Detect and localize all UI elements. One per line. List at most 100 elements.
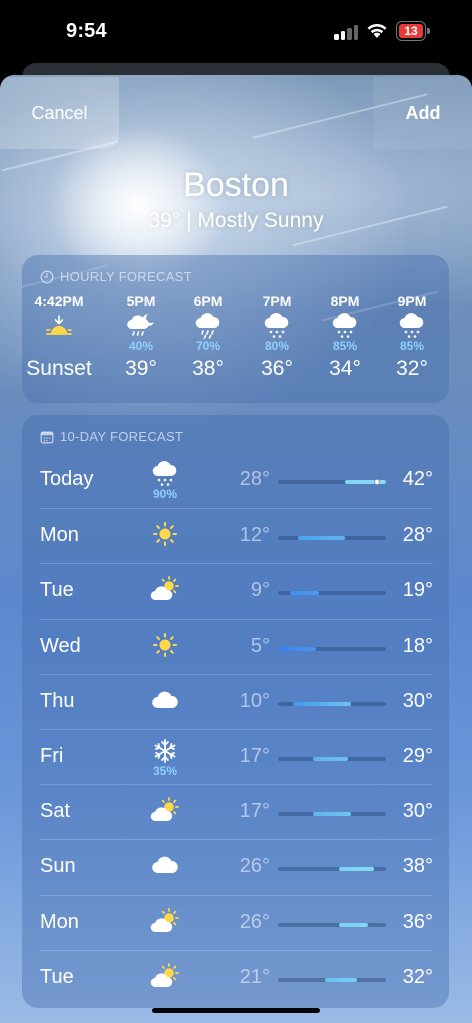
daily-forecast-row[interactable]: Sat 17° 30°	[40, 784, 433, 839]
daily-day: Wed	[40, 634, 81, 657]
battery-level: 13	[399, 24, 423, 38]
temp-range-bar	[324, 977, 357, 982]
clock-icon	[40, 270, 54, 283]
hourly-time: 6PM	[193, 293, 223, 309]
hourly-item: 7PM 80% 36°	[242, 293, 312, 381]
daily-high-temp: 32°	[402, 965, 433, 988]
daily-high-temp: 30°	[402, 800, 433, 823]
hourly-item: 5PM 40% 39°	[106, 293, 176, 381]
daily-low-temp: 17°	[239, 745, 270, 767]
hourly-precip-chance: 85%	[332, 339, 358, 353]
hourly-precip-chance: 85%	[399, 339, 425, 353]
daily-day: Mon	[40, 524, 79, 547]
daily-forecast-row[interactable]: Tue 21° 32°	[40, 949, 433, 1005]
hourly-time: 4:42PM	[34, 293, 84, 309]
daily-low-temp: 9°	[250, 579, 270, 602]
temp-range-bar	[289, 591, 319, 596]
daily-forecast-row[interactable]: Mon 12° 28°	[40, 508, 433, 563]
ten-day-forecast-title: 10-DAY FORECAST	[40, 429, 183, 444]
cancel-button[interactable]: Cancel	[0, 77, 119, 149]
sun-icon	[148, 630, 182, 660]
hourly-forecast-card[interactable]: HOURLY FORECAST 4:42PM Sunset 5PM 40% 39° 6PM…	[22, 255, 449, 403]
hourly-precip-chance: 40%	[128, 339, 154, 353]
daily-high-temp: 19°	[402, 579, 433, 602]
ten-day-forecast-card[interactable]: 10-DAY FORECAST Today 90% 28° 42° Mon 12° 28° T…	[22, 415, 449, 1008]
daily-low-temp: 5°	[250, 634, 270, 657]
temp-range-track	[278, 922, 386, 927]
daily-forecast-row[interactable]: Fri 35% 17° 29°	[40, 729, 433, 784]
partly-cloudy-icon	[148, 574, 182, 604]
daily-day: Today	[40, 468, 94, 490]
daily-forecast-row[interactable]: Thu 10° 30°	[40, 673, 433, 729]
ten-day-forecast-label: 10-DAY FORECAST	[60, 429, 184, 444]
hourly-temp: Sunset	[26, 357, 92, 380]
snow-icon	[310, 313, 380, 339]
temp-range-track	[278, 812, 386, 817]
rain-moon-icon	[106, 313, 176, 339]
hourly-precip-chance	[24, 339, 94, 353]
daily-forecast-row[interactable]: Mon 26° 36°	[40, 894, 433, 950]
daily-low-temp: 21°	[239, 965, 270, 988]
daily-day: Tue	[40, 579, 74, 602]
daily-high-temp: 36°	[402, 910, 433, 933]
daily-day: Tue	[40, 965, 74, 988]
status-time: 9:54	[66, 20, 107, 42]
snowflake-icon	[148, 736, 182, 766]
hourly-time: 7PM	[262, 293, 292, 309]
daily-high-temp: 42°	[402, 468, 433, 490]
temp-range-bar	[292, 701, 351, 706]
daily-forecast-row[interactable]: Sun 26° 38°	[40, 839, 433, 894]
temp-range-track	[278, 591, 386, 596]
temp-range-bar	[313, 812, 351, 817]
daily-day: Sun	[40, 855, 76, 878]
daily-high-temp: 29°	[402, 745, 433, 767]
hourly-temp: 34°	[329, 357, 361, 380]
daily-forecast-row[interactable]: Wed 5° 18°	[40, 618, 433, 674]
hourly-item: 8PM 85% 34°	[310, 293, 380, 381]
daily-high-temp: 28°	[402, 524, 433, 547]
temp-range-track	[278, 536, 386, 541]
temp-range-bar	[313, 757, 349, 761]
calendar-icon	[40, 431, 54, 443]
temp-range-track	[278, 977, 386, 982]
hourly-forecast-title: HOURLY FORECAST	[40, 269, 192, 284]
sunset-icon	[24, 313, 94, 339]
hourly-time: 9PM	[397, 293, 427, 309]
current-conditions: 39° | Mostly Sunny	[148, 209, 324, 232]
temp-range-track	[278, 701, 386, 706]
status-bar: 9:54 13	[0, 0, 472, 62]
daily-high-temp: 38°	[402, 855, 433, 878]
daily-low-temp: 28°	[239, 468, 270, 490]
daily-forecast-row[interactable]: Tue 9° 19°	[40, 563, 433, 618]
hourly-temp: 36°	[261, 357, 293, 380]
daily-low-temp: 26°	[239, 910, 270, 933]
add-button[interactable]: Add	[374, 77, 472, 149]
temp-range-bar	[298, 536, 346, 541]
partly-cloudy-icon	[148, 795, 182, 825]
daily-high-temp: 18°	[402, 634, 433, 657]
daily-day: Mon	[40, 910, 79, 933]
daily-low-temp: 17°	[239, 800, 270, 823]
temp-range-bar	[339, 867, 375, 872]
hourly-item: 6PM 70% 38°	[173, 293, 243, 381]
hourly-time: 5PM	[126, 293, 156, 309]
cloud-icon	[148, 850, 182, 880]
cloud-icon	[148, 685, 182, 715]
temp-range-track	[278, 867, 386, 872]
snow-icon	[148, 459, 182, 489]
daily-day: Sat	[40, 800, 71, 823]
hourly-temp: 32°	[396, 357, 428, 380]
temp-range-track	[278, 646, 386, 651]
daily-forecast-row[interactable]: Today 90% 28° 42°	[40, 453, 433, 508]
hourly-temp: 39°	[125, 357, 157, 380]
hourly-forecast-label: HOURLY FORECAST	[60, 269, 192, 284]
daily-day: Fri	[40, 745, 64, 767]
temp-range-track	[278, 479, 386, 485]
hourly-item: 9PM 85% 32°	[377, 293, 447, 381]
daily-low-temp: 26°	[239, 855, 270, 878]
hourly-item: 4:42PM Sunset	[24, 293, 94, 381]
daily-precip-chance: 90%	[152, 487, 178, 501]
rain-icon	[173, 313, 243, 339]
hourly-precip-chance: 80%	[264, 339, 290, 353]
daily-day: Thu	[40, 689, 75, 712]
